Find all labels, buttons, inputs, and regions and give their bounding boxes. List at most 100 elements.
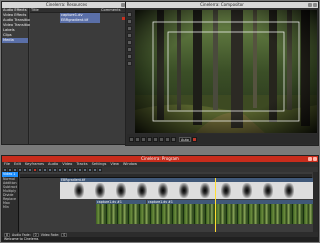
play-icon[interactable] — [13, 167, 17, 172]
video-thumbnail — [238, 204, 250, 224]
record-icon[interactable] — [191, 136, 197, 142]
gradient-frame — [221, 183, 231, 198]
gradient-clip[interactable] — [60, 182, 315, 199]
end-icon[interactable] — [171, 136, 176, 142]
asset-title[interactable]: EBRgradient.tif — [60, 18, 100, 23]
extract-icon[interactable] — [73, 167, 77, 172]
video-thumbnail — [271, 204, 283, 224]
video-thumbnail — [117, 204, 129, 224]
video-thumbnail — [216, 204, 228, 224]
menu-keyframes[interactable]: Keyframes — [25, 162, 44, 167]
sample-zoom[interactable]: 8 — [4, 232, 11, 237]
minimize-icon[interactable] — [308, 157, 312, 161]
undo-icon[interactable] — [93, 167, 97, 172]
compositor-titlebar[interactable]: Cinelerra: Compositor — [126, 2, 318, 8]
paste-icon[interactable] — [83, 167, 87, 172]
rewind-icon[interactable] — [3, 167, 7, 172]
menu-view[interactable]: View — [110, 162, 119, 167]
stop-icon[interactable] — [18, 167, 22, 172]
crop-icon[interactable] — [127, 47, 132, 52]
arrow-tool-icon[interactable] — [38, 167, 42, 172]
gradient-frame — [116, 183, 126, 198]
video-thumbnail — [96, 204, 107, 224]
menu-edit[interactable]: Edit — [14, 162, 21, 167]
video-thumbnail — [227, 204, 239, 224]
play-reverse-icon[interactable] — [8, 167, 12, 172]
folder-media[interactable]: Media — [2, 38, 28, 43]
video-thumbnail — [161, 204, 173, 224]
frame-forward-icon[interactable] — [23, 167, 27, 172]
gradient-frame — [284, 183, 294, 198]
fast-forward-icon[interactable] — [165, 136, 170, 142]
video-clip-track — [20, 204, 315, 224]
menu-file[interactable]: File — [4, 162, 10, 167]
record-icon[interactable] — [33, 167, 37, 172]
compositor-transport: Auto — [127, 134, 317, 144]
timeline-tracks[interactable]: EBRgradient.tif capture1.dv #1 capture1.… — [20, 178, 315, 232]
compositor-viewer[interactable] — [135, 10, 317, 133]
video-thumbnail — [106, 204, 118, 224]
camera-icon[interactable] — [127, 33, 132, 38]
timeline-vertical-scrollbar[interactable] — [313, 172, 318, 237]
video-clip[interactable] — [96, 204, 315, 224]
fast-reverse-icon[interactable] — [135, 136, 140, 142]
video-thumbnail — [128, 204, 140, 224]
video-thumbnail — [194, 204, 206, 224]
play-reverse-icon[interactable] — [147, 136, 152, 142]
end-icon[interactable] — [28, 167, 32, 172]
playhead[interactable] — [215, 178, 216, 232]
overwrite-icon[interactable] — [63, 167, 67, 172]
program-window: Cinelerra: Program File Edit Keyframes A… — [1, 155, 319, 242]
eyedropper-icon[interactable] — [127, 54, 132, 59]
gradient-frame — [158, 183, 168, 198]
projector-icon[interactable] — [127, 40, 132, 45]
video-fade-label: Video Fade: — [40, 232, 60, 237]
video-fade-field[interactable]: 0 — [61, 232, 68, 237]
menu-audio[interactable]: Audio — [48, 162, 58, 167]
video-thumbnail — [139, 204, 151, 224]
menu-video[interactable]: Video — [62, 162, 72, 167]
lift-icon[interactable] — [68, 167, 72, 172]
gradient-frame — [137, 183, 147, 198]
video-thumbnail — [183, 204, 195, 224]
menu-tracks[interactable]: Tracks — [76, 162, 87, 167]
label-icon[interactable] — [88, 167, 92, 172]
gradient-frame — [179, 183, 189, 198]
copy-icon[interactable] — [78, 167, 82, 172]
audio-fade-label: Audio Fade: — [12, 232, 31, 237]
overlay-mode-min[interactable]: Min — [2, 205, 18, 209]
asset-row[interactable]: EBRgradient.tif — [30, 18, 131, 23]
frame-forward-icon[interactable] — [159, 136, 164, 142]
redo-icon[interactable] — [98, 167, 102, 172]
program-titlebar[interactable]: Cinelerra: Program — [2, 156, 318, 162]
rewind-icon[interactable] — [129, 136, 134, 142]
track-patchbay: Video 1 Normal Addition Subtract Multipl… — [2, 172, 19, 235]
out-point-icon[interactable] — [53, 167, 57, 172]
in-point-icon[interactable] — [48, 167, 52, 172]
mask-icon[interactable] — [127, 26, 132, 31]
forest-video-frame — [135, 10, 317, 133]
frame-back-icon[interactable] — [141, 136, 146, 142]
play-icon[interactable] — [153, 136, 158, 142]
program-toolbar — [2, 167, 318, 172]
resource-folder-list: Audio Effects Video Effects Audio Transi… — [2, 8, 34, 144]
compositor-toolbar — [127, 12, 132, 66]
video-thumbnail — [150, 204, 162, 224]
zoom-select[interactable]: Auto — [179, 136, 191, 142]
minimize-icon[interactable] — [308, 3, 312, 7]
column-comments[interactable]: Comments — [100, 8, 120, 12]
gradient-frame — [263, 183, 273, 198]
protect-icon[interactable] — [127, 12, 132, 17]
magnify-icon[interactable] — [127, 19, 132, 24]
gradient-clip-track — [20, 182, 315, 199]
menu-settings[interactable]: Settings — [92, 162, 107, 167]
title-safe-icon[interactable] — [127, 61, 132, 66]
close-icon[interactable] — [313, 157, 317, 161]
column-title[interactable]: Title — [30, 8, 100, 12]
close-icon[interactable] — [313, 3, 317, 7]
ibeam-tool-icon[interactable] — [43, 167, 47, 172]
gradient-frame — [200, 183, 210, 198]
menu-window[interactable]: Window — [123, 162, 137, 167]
splice-icon[interactable] — [58, 167, 62, 172]
audio-fade-field[interactable]: 0 — [32, 232, 39, 237]
